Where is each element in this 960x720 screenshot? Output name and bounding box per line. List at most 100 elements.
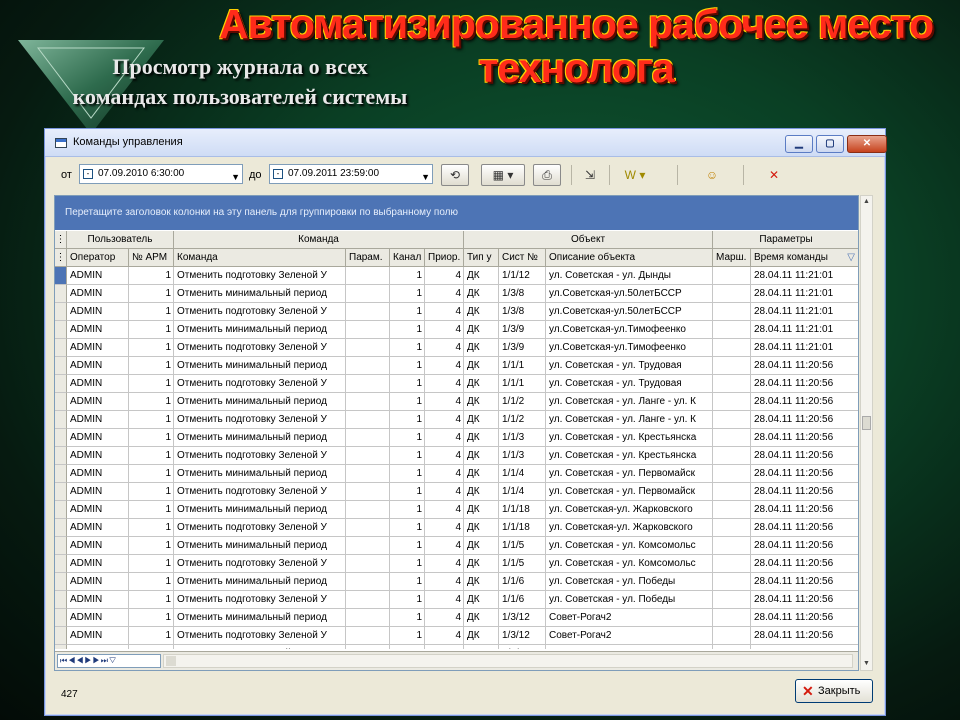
cell-channel[interactable]: 1 [390, 321, 425, 339]
cell-object-description[interactable]: ул. Советская - ул. Ланге - ул. К [546, 411, 713, 429]
cell-command[interactable]: Отменить минимальный период [174, 501, 346, 519]
cell-route[interactable] [713, 375, 751, 393]
cell-route[interactable] [713, 483, 751, 501]
cell-arm-number[interactable]: 1 [129, 429, 174, 447]
cell-priority[interactable]: 4 [425, 393, 464, 411]
cell-arm-number[interactable]: 1 [129, 573, 174, 591]
cell-priority[interactable]: 4 [425, 321, 464, 339]
cell-system-number[interactable]: 1/1/5 [499, 555, 546, 573]
export-button[interactable]: ⇲ [577, 164, 603, 186]
band-params[interactable]: Параметры [713, 231, 858, 249]
cell-param[interactable] [346, 609, 390, 627]
cell-object-description[interactable]: ул. Советская-ул. Жарковского [546, 501, 713, 519]
column-arm-number[interactable]: № АРМ [129, 249, 174, 267]
row-indicator[interactable] [55, 465, 67, 483]
cell-route[interactable] [713, 339, 751, 357]
print-button[interactable]: ⎙ [533, 164, 561, 186]
cell-object-description[interactable]: ул. Советская-ул. Жарковского [546, 519, 713, 537]
cell-param[interactable] [346, 537, 390, 555]
cell-command[interactable]: Отменить подготовку Зеленой У [174, 303, 346, 321]
cell-device-type[interactable]: ДК [464, 555, 499, 573]
cell-param[interactable] [346, 573, 390, 591]
table-row[interactable]: ADMIN 1 Отменить минимальный период 1 4 ДК 1/1… [55, 573, 858, 591]
cell-arm-number[interactable]: 1 [129, 375, 174, 393]
cell-priority[interactable]: 4 [425, 357, 464, 375]
cell-operator[interactable]: ADMIN [67, 627, 129, 645]
cell-object-description[interactable]: ул. Советская - ул. Ланге - ул. К [546, 393, 713, 411]
cell-object-description[interactable]: ул. Советская - ул. Победы [546, 573, 713, 591]
cell-command[interactable]: Отменить подготовку Зеленой У [174, 339, 346, 357]
cell-route[interactable] [713, 501, 751, 519]
cell-object-description[interactable]: ул. Советская - ул. Комсомольс [546, 555, 713, 573]
cell-device-type[interactable]: ДК [464, 591, 499, 609]
cell-object-description[interactable]: ул. Советская - ул. Первомайск [546, 465, 713, 483]
cell-priority[interactable]: 4 [425, 447, 464, 465]
cell-command[interactable]: Отменить минимальный период [174, 321, 346, 339]
cell-object-description[interactable]: ул. Советская - ул. Крестьянска [546, 429, 713, 447]
cell-device-type[interactable]: ДК [464, 411, 499, 429]
cell-command-time[interactable]: 28.04.11 11:20:56 [751, 591, 858, 609]
row-indicator[interactable] [55, 573, 67, 591]
cell-system-number[interactable]: 1/1/18 [499, 519, 546, 537]
cell-route[interactable] [713, 429, 751, 447]
navigator-buttons[interactable]: ⏮◀◀▶▶⏭▽ [57, 654, 161, 668]
cell-param[interactable] [346, 267, 390, 285]
cell-operator[interactable]: ADMIN [67, 573, 129, 591]
cell-param[interactable] [346, 555, 390, 573]
table-row[interactable]: ADMIN 1 Отменить минимальный период 1 4 ДК 1/1… [55, 357, 858, 375]
cell-channel[interactable]: 1 [390, 285, 425, 303]
cell-system-number[interactable]: 1/3/9 [499, 339, 546, 357]
cell-command-time[interactable]: 28.04.11 11:20:56 [751, 519, 858, 537]
table-row[interactable]: ADMIN 1 Отменить минимальный период 1 4 ДК 1/1… [55, 465, 858, 483]
cell-system-number[interactable]: 1/1/2 [499, 393, 546, 411]
cell-command-time[interactable]: 28.04.11 11:20:56 [751, 393, 858, 411]
cell-device-type[interactable]: ДК [464, 285, 499, 303]
cell-channel[interactable]: 1 [390, 627, 425, 645]
row-indicator[interactable] [55, 591, 67, 609]
window-titlebar[interactable]: Команды управления ▁ ▢ ✕ [45, 129, 887, 157]
cell-param[interactable] [346, 321, 390, 339]
row-indicator[interactable] [55, 339, 67, 357]
delete-button[interactable]: ✕ [761, 164, 787, 186]
cell-system-number[interactable]: 1/1/6 [499, 573, 546, 591]
cell-param[interactable] [346, 591, 390, 609]
cell-device-type[interactable]: ДК [464, 519, 499, 537]
cell-system-number[interactable]: 1/3/9 [499, 321, 546, 339]
cell-system-number[interactable]: 1/1/2 [499, 411, 546, 429]
cell-route[interactable] [713, 645, 751, 649]
column-system-number[interactable]: Сист № [499, 249, 546, 267]
cell-route[interactable] [713, 285, 751, 303]
cell-command-time[interactable]: 28.04.11 11:20:56 [751, 447, 858, 465]
cell-priority[interactable]: 4 [425, 645, 464, 649]
cell-route[interactable] [713, 573, 751, 591]
cell-route[interactable] [713, 537, 751, 555]
cell-priority[interactable]: 4 [425, 627, 464, 645]
cell-operator[interactable]: ADMIN [67, 339, 129, 357]
cell-operator[interactable]: ADMIN [67, 645, 129, 649]
cell-operator[interactable]: ADMIN [67, 555, 129, 573]
cell-command[interactable]: Отменить подготовку Зеленой У [174, 411, 346, 429]
cell-command-time[interactable]: 28.04.11 11:20:56 [751, 465, 858, 483]
cell-route[interactable] [713, 591, 751, 609]
row-indicator[interactable] [55, 357, 67, 375]
cell-device-type[interactable]: ДК [464, 501, 499, 519]
column-object-description[interactable]: Описание объекта [546, 249, 713, 267]
cell-arm-number[interactable]: 1 [129, 555, 174, 573]
cell-param[interactable] [346, 501, 390, 519]
cell-arm-number[interactable]: 1 [129, 645, 174, 649]
cell-channel[interactable]: 1 [390, 483, 425, 501]
table-row[interactable]: ADMIN 1 Отменить подготовку Зеленой У 1 4 ДК 1… [55, 591, 858, 609]
column-priority[interactable]: Приор. [425, 249, 464, 267]
row-indicator[interactable] [55, 537, 67, 555]
table-row[interactable]: ADMIN 1 Отменить минимальный период 1 4 ДК 1/1… [55, 501, 858, 519]
cell-priority[interactable]: 4 [425, 483, 464, 501]
table-row[interactable]: ADMIN 1 Отменить минимальный период 1 4 ДК 1/1… [55, 537, 858, 555]
cell-command[interactable]: Отменить минимальный период [174, 393, 346, 411]
row-indicator[interactable] [55, 483, 67, 501]
cell-channel[interactable]: 1 [390, 555, 425, 573]
cell-param[interactable] [346, 483, 390, 501]
cell-priority[interactable]: 4 [425, 555, 464, 573]
cell-device-type[interactable]: ДК [464, 267, 499, 285]
cell-channel[interactable]: 1 [390, 609, 425, 627]
close-window-button[interactable]: ✕ [847, 135, 887, 153]
